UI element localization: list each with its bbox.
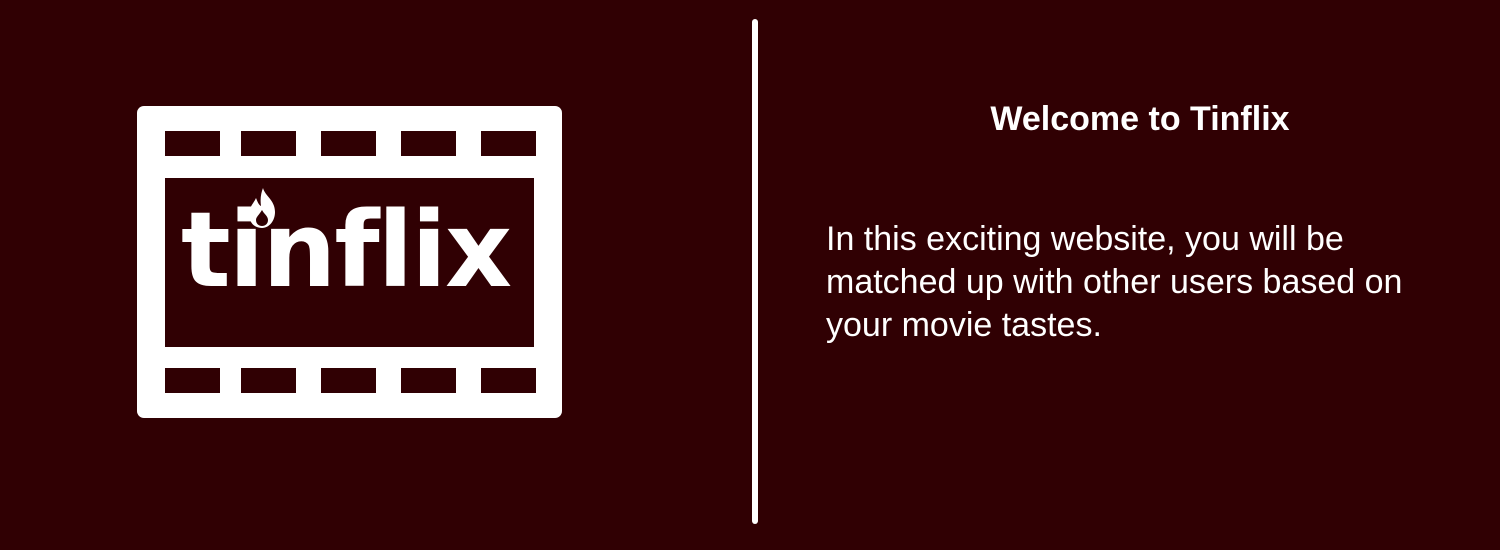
welcome-title: Welcome to Tinflix [990,100,1290,138]
logo-window: tinflix [165,178,534,347]
flame-icon [249,188,275,228]
sprocket-hole [241,368,296,393]
sprocket-hole [481,131,536,156]
sprocket-hole [401,368,456,393]
logo-wordmark: tinflix [181,189,512,311]
welcome-page: tinflix Welcome to Tinflix In this excit… [0,0,1500,550]
film-strip-icon: tinflix [137,106,562,418]
sprocket-hole [401,131,456,156]
sprocket-hole [321,368,376,393]
welcome-description: In this exciting website, you will be ma… [826,220,1403,344]
logo: tinflix [181,188,521,338]
sprocket-hole [241,131,296,156]
vertical-divider [752,19,758,524]
sprocket-hole [321,131,376,156]
sprocket-hole [165,368,220,393]
sprocket-hole [481,368,536,393]
sprocket-hole [165,131,220,156]
